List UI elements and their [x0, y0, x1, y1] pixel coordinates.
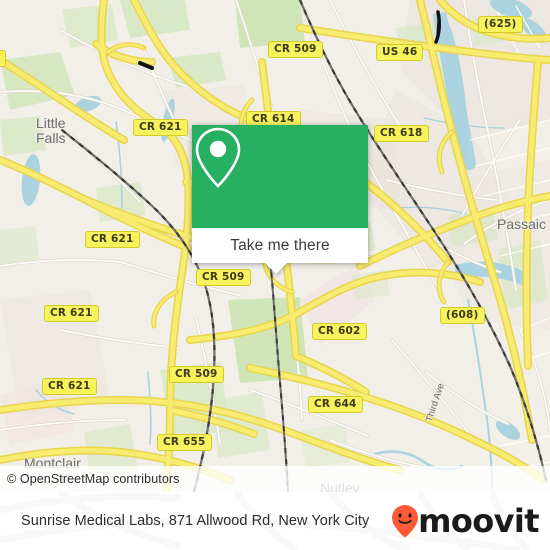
road-shield: CR 621	[133, 119, 188, 136]
road-shield: CR 621	[85, 231, 140, 248]
take-me-there-label: Take me there	[230, 236, 330, 254]
map-canvas[interactable]: .road-casing { fill:none; stroke:#e8d44d…	[0, 0, 550, 492]
popup-pointer-tail	[265, 263, 287, 274]
place-label-line: Little	[36, 115, 66, 131]
map-screenshot: .road-casing { fill:none; stroke:#e8d44d…	[0, 0, 550, 550]
attribution-text[interactable]: © OpenStreetMap contributors	[0, 472, 180, 486]
road-shield: CR 509	[268, 41, 323, 58]
map-attribution-bar: © OpenStreetMap contributors	[0, 466, 550, 492]
place-label-line: Falls	[36, 130, 66, 146]
road-shield: CR 509	[196, 269, 251, 286]
road-shield: CR 621	[42, 378, 97, 395]
road-shield: CR 655	[157, 434, 212, 451]
moovit-wordmark: moovit	[418, 502, 539, 540]
road-shield: CR 618	[374, 125, 429, 142]
road-shield: CR 602	[312, 323, 367, 340]
footer-bar: Sunrise Medical Labs, 871 Allwood Rd, Ne…	[0, 492, 550, 550]
road-shield: 1	[0, 50, 6, 67]
moovit-pin-smile-icon	[392, 505, 419, 538]
popup-action-area[interactable]: Take me there	[192, 228, 368, 274]
place-label-little-falls: Little Falls	[36, 116, 66, 146]
map-pin-icon	[195, 127, 241, 188]
location-popup-card[interactable]: Take me there	[192, 125, 368, 274]
road-shield: (625)	[478, 16, 523, 33]
popup-image-area	[192, 125, 368, 228]
road-shield: CR 644	[308, 396, 363, 413]
road-shield: CR 509	[169, 366, 224, 383]
moovit-logo[interactable]: moovit	[391, 502, 540, 540]
road-shield: US 46	[376, 44, 424, 61]
road-shield: (608)	[440, 307, 485, 324]
place-label-passaic: Passaic	[497, 216, 547, 232]
road-shield: CR 621	[44, 305, 99, 322]
place-title: Sunrise Medical Labs, 871 Allwood Rd, Ne…	[21, 513, 370, 529]
